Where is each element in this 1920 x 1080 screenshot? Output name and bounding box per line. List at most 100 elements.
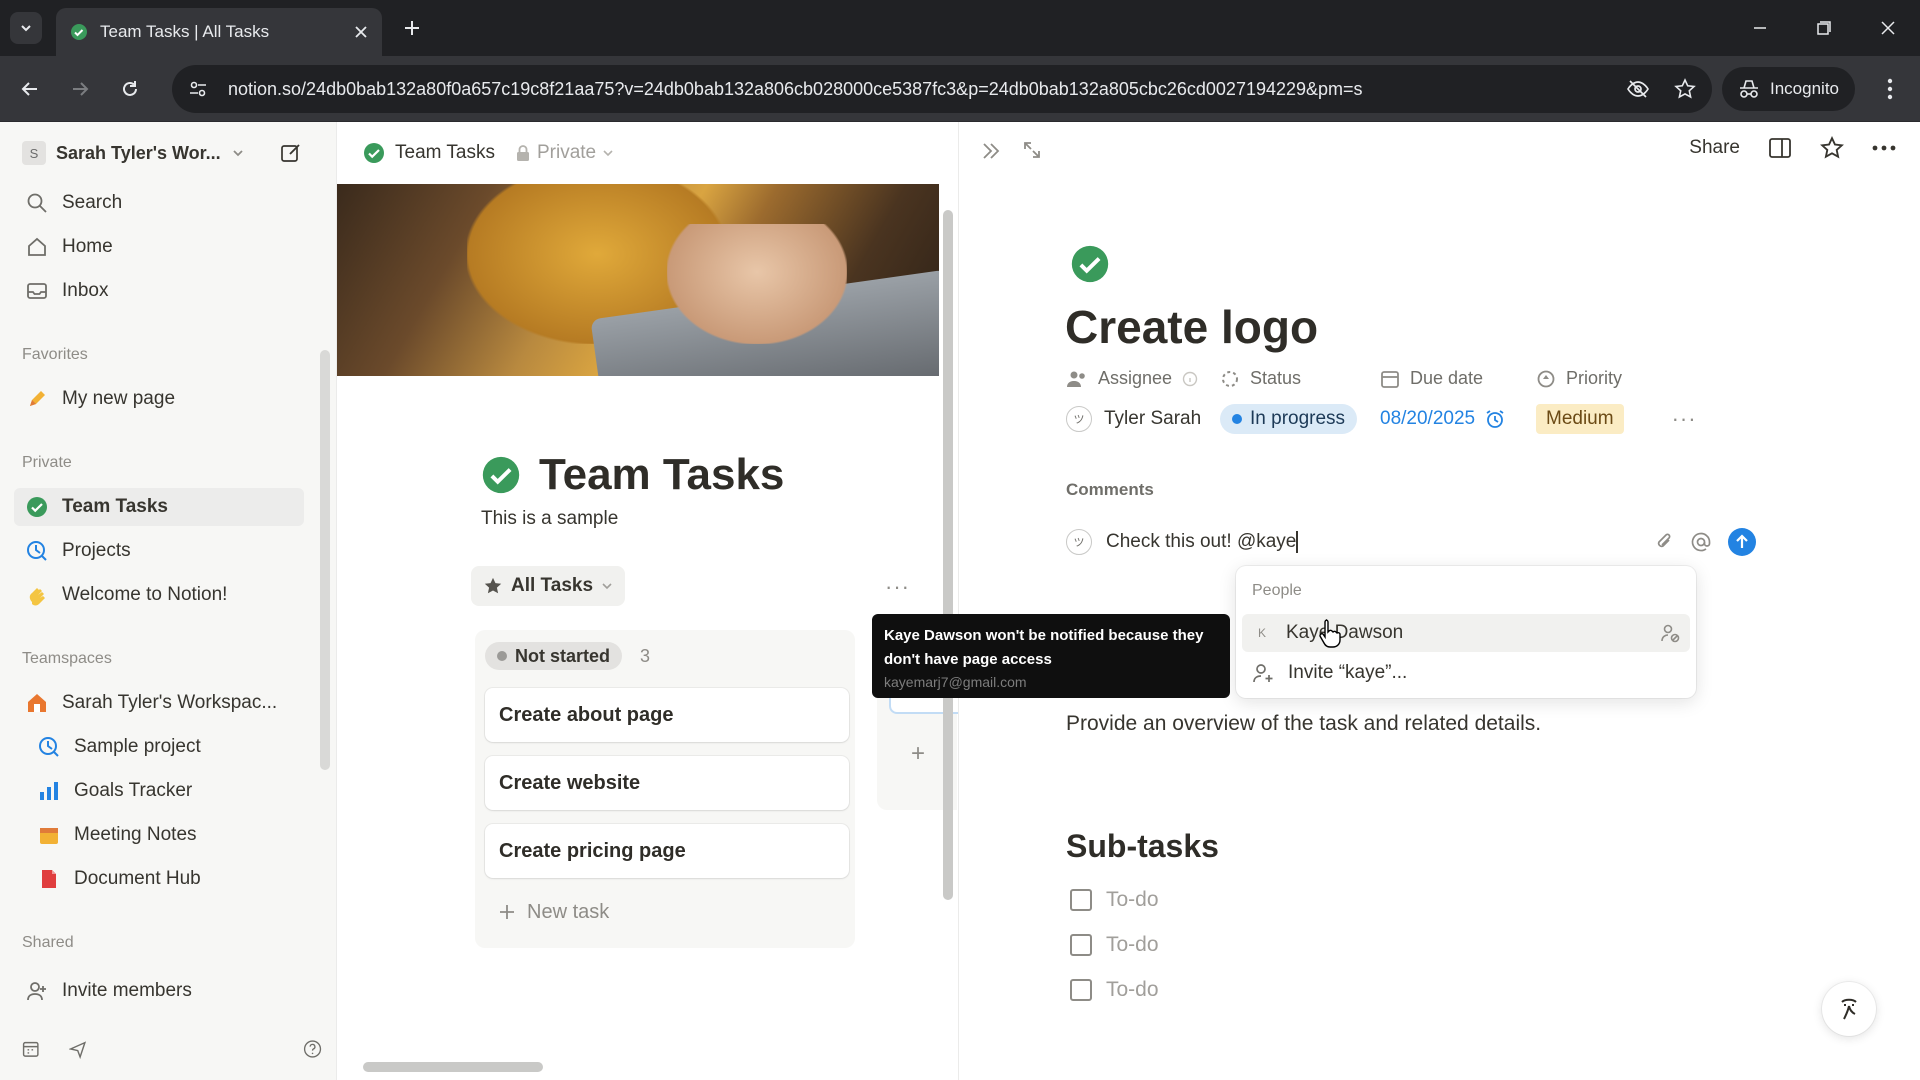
comment-input[interactable]: Check this out! @kaye xyxy=(1106,530,1640,553)
calendar-icon xyxy=(40,828,58,844)
new-page-icon[interactable] xyxy=(279,141,303,165)
check-circle-icon xyxy=(27,497,47,517)
checkbox[interactable] xyxy=(1070,979,1092,1001)
sidebar-item-sample-project[interactable]: Sample project xyxy=(26,728,304,766)
status-value[interactable]: In progress xyxy=(1220,404,1380,434)
close-peek-icon[interactable] xyxy=(980,140,1002,162)
comment-draft: Check this out! @kaye xyxy=(1106,531,1297,552)
privacy-selector[interactable]: Private xyxy=(515,142,614,164)
browser-tab[interactable]: Team Tasks | All Tasks xyxy=(56,8,382,56)
sidebar-item-welcome[interactable]: Welcome to Notion! xyxy=(14,576,304,614)
close-window-button[interactable] xyxy=(1856,0,1920,56)
eye-slash-icon[interactable] xyxy=(1626,77,1650,101)
sidebar-item-projects[interactable]: Projects xyxy=(14,532,304,570)
breadcrumb-title[interactable]: Team Tasks xyxy=(395,142,495,164)
avatar: ツ xyxy=(1066,529,1092,555)
notion-check-favicon-icon xyxy=(71,24,87,40)
arrow-right-icon xyxy=(73,82,89,96)
board-card[interactable]: Create about page xyxy=(485,688,849,742)
page-icon[interactable] xyxy=(1070,244,1110,289)
due-date-value[interactable]: 08/20/2025 xyxy=(1380,408,1536,430)
more-properties-button[interactable]: ··· xyxy=(1672,406,1697,432)
site-settings-icon[interactable] xyxy=(188,79,208,99)
new-tab-button[interactable] xyxy=(396,12,428,44)
comment-composer[interactable]: ツ Check this out! @kaye xyxy=(1066,522,1756,562)
view-options-button[interactable]: ··· xyxy=(885,574,910,600)
todo-item[interactable]: To-do xyxy=(1070,978,1159,1002)
add-card-button[interactable]: + xyxy=(911,740,925,768)
minimize-button[interactable] xyxy=(1728,0,1792,56)
priority-badge[interactable]: Medium xyxy=(1536,404,1624,434)
send-icon[interactable] xyxy=(69,1038,87,1060)
favorites-heading[interactable]: Favorites xyxy=(22,346,88,364)
sidebar-item-search[interactable]: Search xyxy=(14,184,304,222)
sidebar-item-home[interactable]: Home xyxy=(14,228,304,266)
horizontal-scrollbar[interactable] xyxy=(363,1062,543,1072)
minimize-icon xyxy=(1754,27,1766,29)
incognito-badge[interactable]: Incognito xyxy=(1722,67,1855,111)
side-panel-icon[interactable] xyxy=(1768,137,1792,159)
private-heading[interactable]: Private xyxy=(22,454,72,472)
vertical-scrollbar[interactable] xyxy=(943,210,953,900)
sidebar-scrollbar[interactable] xyxy=(320,350,330,770)
database-title[interactable]: Team Tasks xyxy=(539,450,784,500)
attachment-icon[interactable] xyxy=(1654,531,1674,553)
checkbox[interactable] xyxy=(1070,934,1092,956)
send-comment-button[interactable] xyxy=(1728,528,1756,556)
mention-option-kaye-dawson[interactable]: K Kaye Dawson xyxy=(1242,614,1690,652)
bookmark-star-icon[interactable] xyxy=(1674,78,1696,100)
workspace-switcher[interactable]: S Sarah Tyler's Wor... xyxy=(22,136,322,170)
chevron-down-icon xyxy=(603,150,613,157)
more-icon[interactable] xyxy=(1872,145,1896,151)
priority-property[interactable]: Priority xyxy=(1536,368,1622,389)
workspace-avatar: S xyxy=(22,141,46,165)
sidebar-item-teamspace[interactable]: Sarah Tyler's Workspac... xyxy=(14,684,304,722)
sidebar-item-meeting-notes[interactable]: Meeting Notes xyxy=(26,816,304,854)
favorite-star-icon[interactable] xyxy=(1820,136,1844,160)
back-button[interactable] xyxy=(14,73,46,105)
group-header[interactable]: Not started 3 xyxy=(485,642,650,670)
database-description[interactable]: This is a sample xyxy=(481,508,618,530)
page-title[interactable]: Create logo xyxy=(1065,300,1318,354)
help-icon[interactable] xyxy=(303,1037,322,1061)
todo-item[interactable]: To-do xyxy=(1070,888,1159,912)
assignee-value[interactable]: ツ Tyler Sarah xyxy=(1066,406,1220,432)
view-tab-all-tasks[interactable]: All Tasks xyxy=(471,566,626,606)
sidebar-item-document-hub[interactable]: Document Hub xyxy=(26,860,304,898)
new-task-button[interactable]: New task xyxy=(485,894,609,930)
reload-button[interactable] xyxy=(114,73,146,105)
invite-option[interactable]: Invite “kaye”... xyxy=(1242,654,1690,692)
sidebar-item-inbox[interactable]: Inbox xyxy=(14,272,304,310)
address-bar[interactable]: notion.so/24db0bab132a80f0a657c19c8f21aa… xyxy=(172,65,1712,113)
notion-ai-button[interactable] xyxy=(1822,982,1876,1036)
assignee-property[interactable]: Assignee xyxy=(1066,368,1220,389)
subtasks-heading[interactable]: Sub-tasks xyxy=(1066,828,1219,865)
tooltip-email: kayemarj7@gmail.com xyxy=(884,674,1027,690)
sidebar-item-goals-tracker[interactable]: Goals Tracker xyxy=(26,772,304,810)
forward-button[interactable] xyxy=(64,73,96,105)
mention-icon[interactable] xyxy=(1690,531,1712,553)
sidebar-item-my-new-page[interactable]: My new page xyxy=(14,380,304,418)
board-card[interactable]: Create pricing page xyxy=(485,824,849,878)
due-date-property[interactable]: Due date xyxy=(1380,368,1536,389)
calendar-app-icon[interactable] xyxy=(22,1038,39,1060)
tab-search-button[interactable] xyxy=(10,12,42,44)
share-button[interactable]: Share xyxy=(1689,137,1740,159)
checkbox[interactable] xyxy=(1070,889,1092,911)
tab-title: Team Tasks | All Tasks xyxy=(100,22,270,41)
close-tab-icon[interactable] xyxy=(354,25,368,39)
restore-button[interactable] xyxy=(1792,0,1856,56)
shared-heading[interactable]: Shared xyxy=(22,934,74,952)
todo-item[interactable]: To-do xyxy=(1070,933,1159,957)
board-card[interactable]: Create website xyxy=(485,756,849,810)
expand-icon[interactable] xyxy=(1022,140,1042,160)
search-icon xyxy=(27,193,47,213)
page-body-text[interactable]: Provide an overview of the task and rela… xyxy=(1066,712,1541,736)
status-property[interactable]: Status xyxy=(1220,368,1380,389)
sidebar-item-invite-members[interactable]: Invite members xyxy=(14,972,304,1010)
sidebar-item-label: Search xyxy=(62,192,123,213)
browser-menu-button[interactable] xyxy=(1874,73,1906,105)
sidebar-item-team-tasks[interactable]: Team Tasks xyxy=(14,488,304,526)
cover-image[interactable] xyxy=(337,184,939,376)
teamspaces-heading[interactable]: Teamspaces xyxy=(22,650,112,668)
